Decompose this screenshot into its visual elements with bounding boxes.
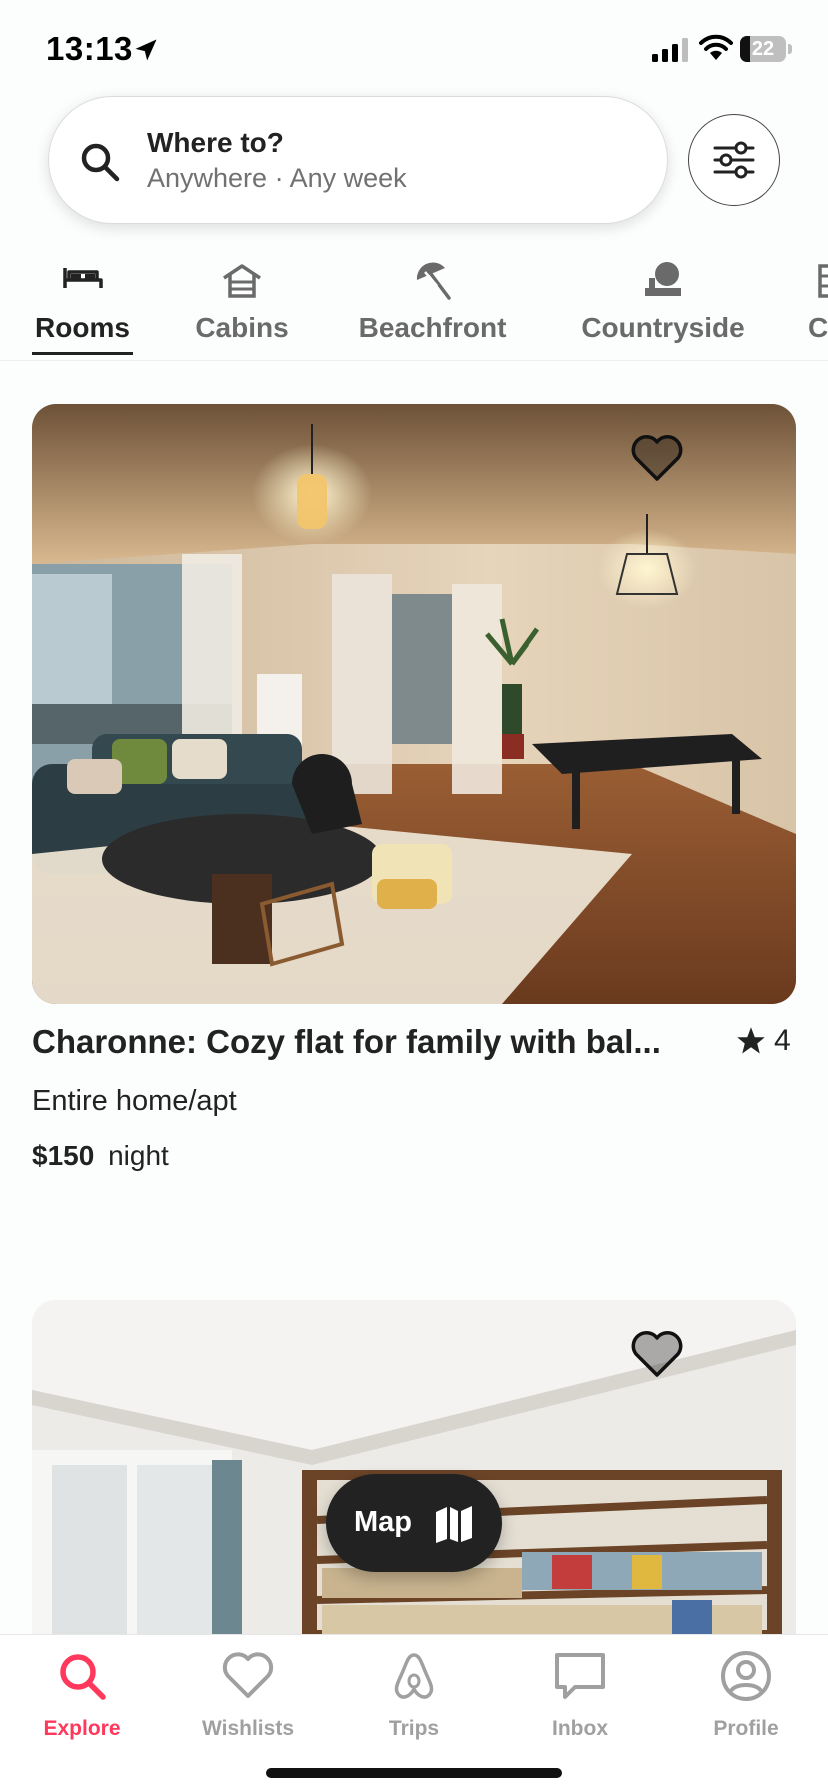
listing-price: $150 night	[32, 1140, 169, 1172]
tab-label: Profile	[713, 1717, 779, 1740]
message-icon	[555, 1653, 605, 1699]
search-icon	[60, 1654, 106, 1700]
tab-label: Wishlists	[202, 1717, 294, 1740]
tab-explore[interactable]: Explore	[7, 1649, 157, 1741]
price-unit: night	[108, 1140, 169, 1171]
category-label: Cabins	[195, 312, 289, 343]
status-time: 13:13	[46, 30, 133, 67]
bed-icon	[62, 268, 103, 288]
category-rooms[interactable]: Rooms	[32, 250, 133, 360]
category-cabins[interactable]: Cabins	[186, 250, 298, 360]
tab-label: Explore	[43, 1717, 121, 1740]
category-beachfront[interactable]: Beachfront	[350, 250, 515, 360]
battery-indicator: 22	[740, 36, 792, 62]
tab-label: Inbox	[552, 1717, 608, 1740]
heart-icon	[222, 1652, 274, 1698]
beach-umbrella-icon	[416, 262, 451, 300]
wishlist-heart-icon[interactable]	[630, 1330, 684, 1380]
location-arrow-icon	[135, 39, 157, 61]
category-partial[interactable]: C	[808, 250, 828, 360]
cabin-icon	[223, 264, 261, 298]
map-label: Map	[354, 1506, 412, 1538]
category-label: Countryside	[581, 312, 745, 343]
listing-type: Entire home/apt	[32, 1085, 237, 1117]
map-icon	[436, 1506, 472, 1543]
airbnb-logo-icon	[394, 1653, 434, 1699]
search-bar[interactable]: Where to? Anywhere · Any week	[48, 96, 668, 224]
listing-photo[interactable]	[32, 1300, 796, 1634]
map-button[interactable]: Map	[326, 1474, 502, 1572]
tab-profile[interactable]: Profile	[671, 1649, 821, 1741]
filters-button[interactable]	[688, 114, 780, 206]
category-label: Rooms	[35, 312, 130, 343]
rating-value: 4	[774, 1024, 791, 1057]
tab-label: Trips	[388, 1717, 440, 1740]
cellular-signal-icon	[652, 38, 688, 62]
category-label: Beachfront	[358, 312, 507, 343]
active-category-indicator	[32, 352, 133, 355]
category-countryside[interactable]: Countryside	[574, 250, 752, 360]
category-label: C	[808, 312, 828, 343]
wishlist-heart-icon[interactable]	[630, 434, 684, 484]
partial-category-icon	[818, 264, 828, 298]
wifi-icon	[699, 34, 733, 60]
battery-level: 22	[751, 38, 775, 60]
listing-title[interactable]: Charonne: Cozy flat for family with bal.…	[32, 1023, 692, 1061]
tab-wishlists[interactable]: Wishlists	[173, 1649, 323, 1741]
star-icon	[737, 1027, 765, 1054]
divider	[0, 360, 828, 361]
search-title: Where to?	[147, 127, 284, 158]
price-amount: $150	[32, 1140, 95, 1171]
category-tabs: Rooms Cabins Beachfront Countryside C	[0, 250, 828, 360]
profile-icon	[721, 1651, 771, 1701]
tab-inbox[interactable]: Inbox	[505, 1649, 655, 1741]
search-subtitle: Anywhere · Any week	[147, 163, 407, 193]
listing-rating: 4	[736, 1023, 791, 1059]
status-bar: 13:13 22	[0, 0, 828, 100]
home-indicator	[266, 1768, 562, 1778]
living-room-photo	[32, 404, 796, 1004]
listing-photo[interactable]	[32, 404, 796, 1004]
sliders-icon	[713, 141, 755, 179]
tab-trips[interactable]: Trips	[339, 1649, 489, 1741]
search-icon	[81, 143, 120, 182]
countryside-tree-icon	[645, 262, 681, 296]
